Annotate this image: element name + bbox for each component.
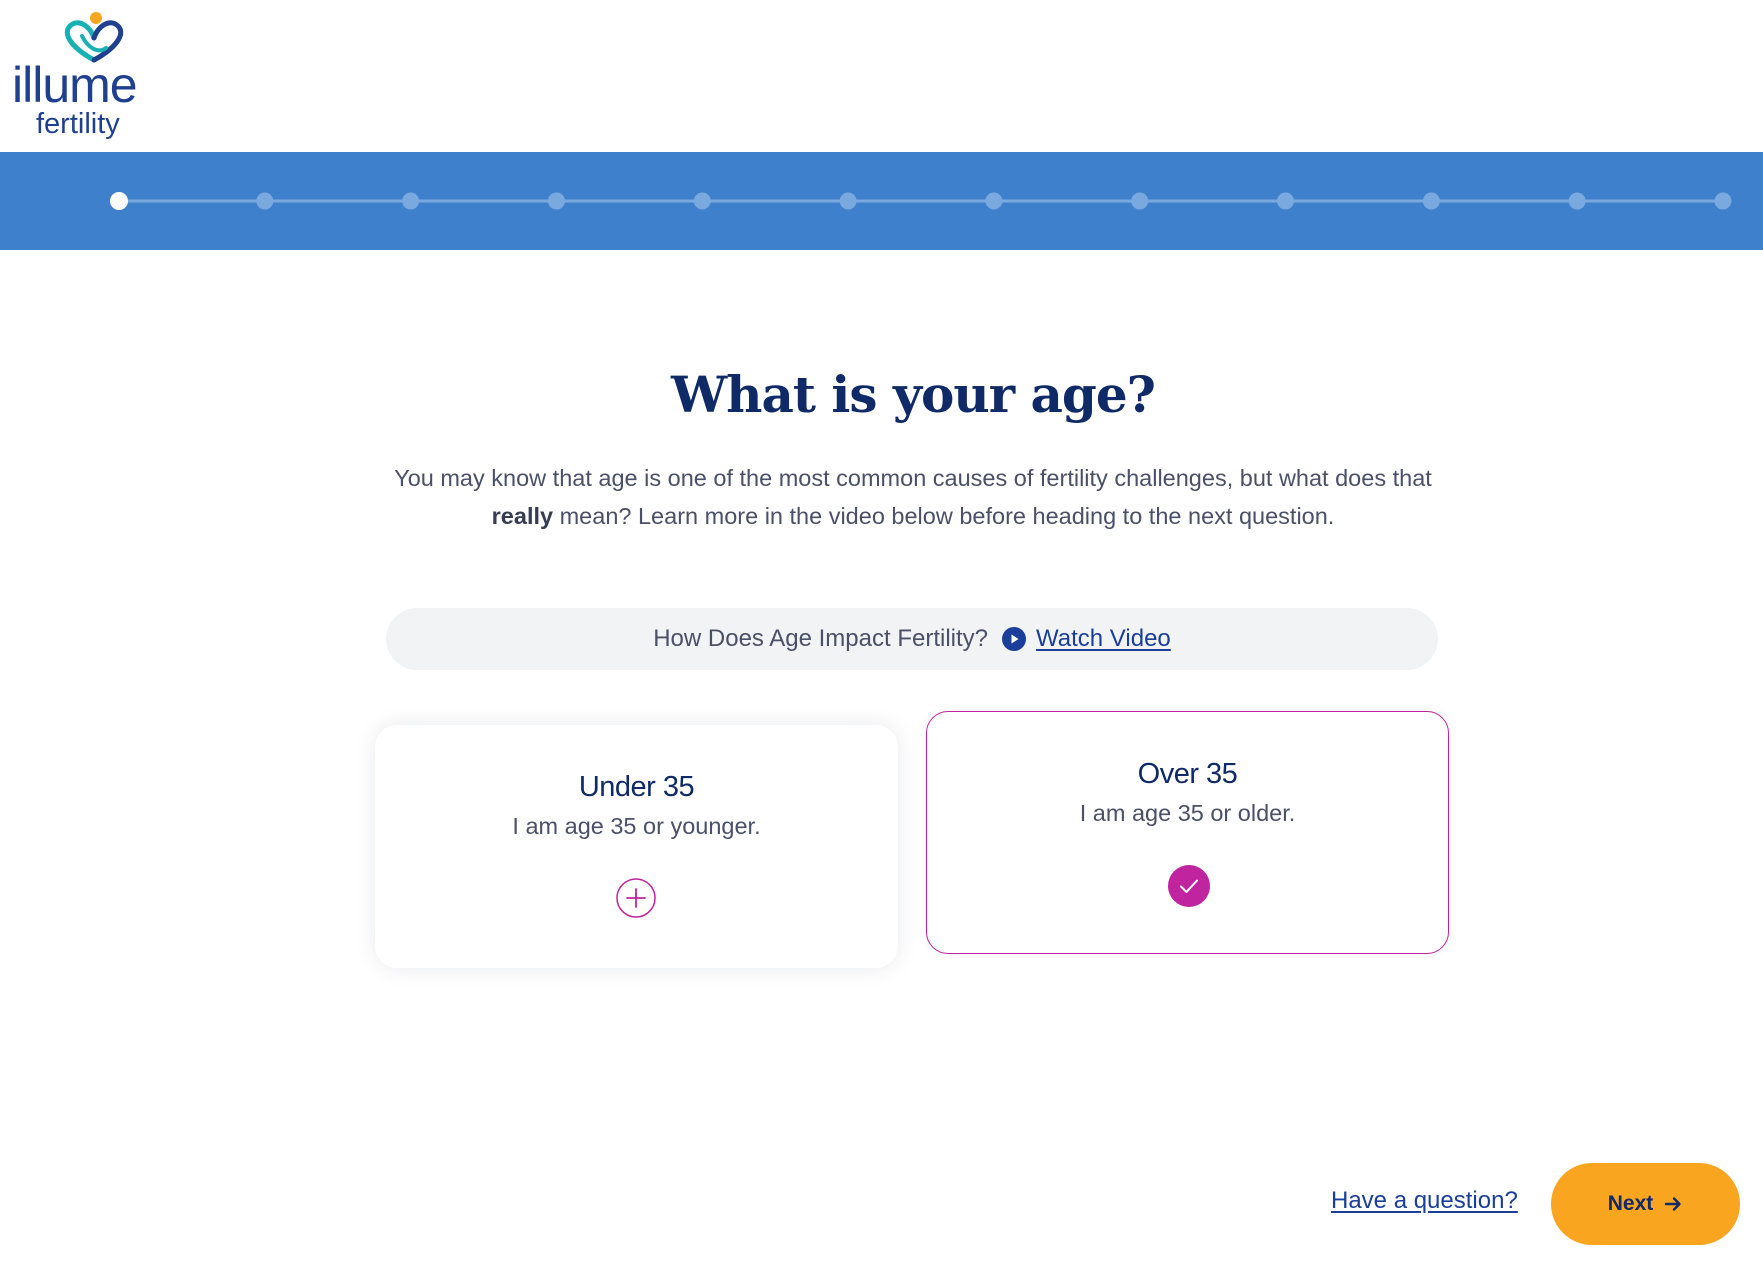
- intro-emphasis: really: [491, 503, 554, 529]
- check-circle-icon[interactable]: [1168, 865, 1210, 907]
- plus-circle-icon[interactable]: [616, 878, 656, 918]
- arrow-right-icon: [1663, 1194, 1683, 1214]
- progress-step: [985, 192, 1003, 210]
- play-circle-icon[interactable]: [1002, 627, 1027, 651]
- intro-text-end: mean? Learn more in the video below befo…: [553, 503, 1335, 529]
- progress-step: [1568, 192, 1586, 210]
- progress-step: [1714, 192, 1732, 210]
- brand-logo[interactable]: illume fertility: [12, 8, 172, 143]
- have-a-question-link[interactable]: Have a question?: [1331, 1186, 1518, 1216]
- option-card-under-35[interactable]: Under 35 I am age 35 or younger.: [375, 725, 898, 968]
- video-question-text: How Does Age Impact Fertility?: [653, 625, 989, 652]
- progress-step-current: [110, 192, 128, 210]
- video-banner: How Does Age Impact Fertility? Watch Vid…: [386, 608, 1438, 670]
- option-card-over-35[interactable]: Over 35 I am age 35 or older.: [926, 711, 1449, 954]
- option-title: Over 35: [1137, 758, 1238, 790]
- progress-step: [402, 192, 420, 210]
- progress-step: [547, 192, 565, 210]
- next-button[interactable]: Next: [1551, 1163, 1740, 1245]
- progress-bar: [0, 152, 1763, 250]
- progress-step: [839, 192, 857, 210]
- question-intro: You may know that age is one of the most…: [380, 459, 1446, 535]
- option-title: Under 35: [578, 771, 695, 803]
- progress-step: [256, 192, 274, 210]
- progress-track: [110, 192, 1732, 210]
- brand-subtitle: fertility: [36, 108, 120, 140]
- option-description: I am age 35 or younger.: [512, 813, 761, 839]
- progress-step: [693, 192, 711, 210]
- progress-step: [1422, 192, 1440, 210]
- progress-step: [1131, 192, 1149, 210]
- watch-video-link[interactable]: Watch Video: [1036, 625, 1171, 653]
- next-button-label: Next: [1607, 1192, 1654, 1215]
- page-title: What is your age?: [671, 365, 1156, 424]
- option-description: I am age 35 or older.: [1079, 800, 1296, 826]
- intro-text-start: You may know that age is one of the most…: [394, 465, 1432, 491]
- progress-step: [1277, 192, 1295, 210]
- brand-name: illume: [12, 57, 138, 113]
